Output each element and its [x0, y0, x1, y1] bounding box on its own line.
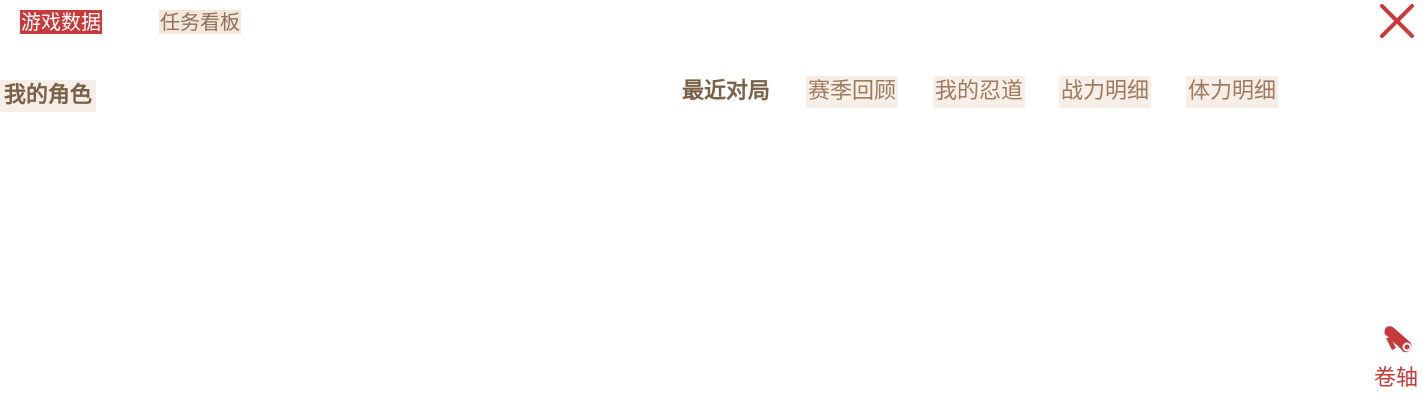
section-title-my-character: 我的角色 — [0, 80, 97, 112]
close-button[interactable] — [1378, 2, 1416, 40]
tab-task-board[interactable]: 任务看板 — [159, 10, 241, 34]
tab-game-data[interactable]: 游戏数据 — [20, 10, 102, 34]
sub-tab-season-review[interactable]: 赛季回顾 — [806, 76, 899, 108]
sub-tab-power-details[interactable]: 战力明细 — [1059, 76, 1152, 108]
sub-tab-my-ninja-way[interactable]: 我的忍道 — [933, 76, 1026, 108]
sub-tab-recent-matches[interactable]: 最近对局 — [680, 76, 772, 108]
scroll-icon — [1384, 326, 1412, 353]
scroll-button[interactable]: 卷轴 — [1372, 322, 1423, 400]
close-icon — [1380, 4, 1414, 38]
sub-tab-stamina-details[interactable]: 体力明细 — [1186, 76, 1279, 108]
scroll-label: 卷轴 — [1374, 366, 1419, 391]
